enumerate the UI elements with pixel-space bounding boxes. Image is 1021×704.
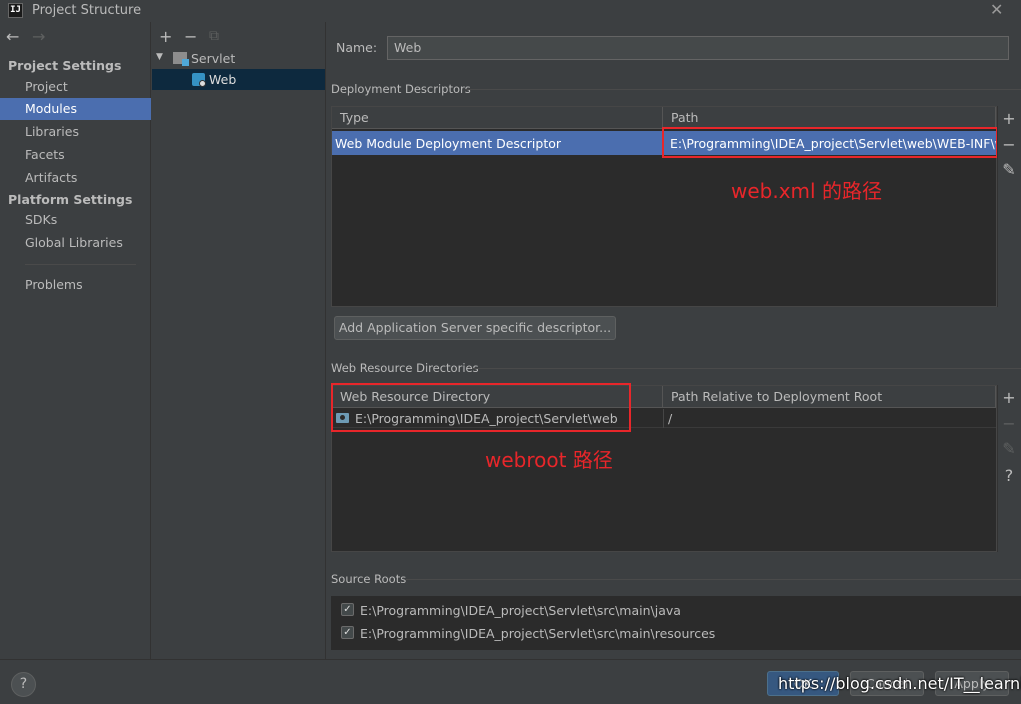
remove-icon[interactable]: − xyxy=(184,27,197,46)
add-server-descriptor-button[interactable]: Add Application Server specific descript… xyxy=(334,316,616,340)
annotation-webroot-path: webroot 路径 xyxy=(485,448,613,472)
window-title: Project Structure xyxy=(32,3,142,18)
platform-settings-header: Platform Settings xyxy=(8,192,133,207)
back-arrow-icon[interactable]: ← xyxy=(6,27,19,46)
remove-descriptor-icon[interactable]: − xyxy=(997,135,1021,154)
relative-path-cell: / xyxy=(668,411,673,426)
column-header-type[interactable]: Type xyxy=(332,107,663,129)
section-divider xyxy=(465,89,1021,90)
nav-divider xyxy=(25,264,136,265)
copy-icon[interactable]: ⧉ xyxy=(209,28,219,44)
add-web-resource-icon[interactable]: + xyxy=(997,388,1021,407)
nav-item-facets[interactable]: Facets xyxy=(0,144,151,166)
edit-descriptor-icon[interactable]: ✎ xyxy=(997,160,1021,179)
annotation-webxml-path: web.xml 的路径 xyxy=(731,179,882,203)
nav-item-sdks[interactable]: SDKs xyxy=(0,209,151,231)
nav-item-project[interactable]: Project xyxy=(0,76,151,98)
name-field[interactable]: Web xyxy=(387,36,1009,60)
module-tree-panel xyxy=(152,22,326,659)
intellij-app-icon: IJ xyxy=(8,3,23,18)
section-divider xyxy=(406,579,1021,580)
module-folder-icon xyxy=(173,52,189,66)
name-label: Name: xyxy=(336,40,378,55)
column-header-relative-path[interactable]: Path Relative to Deployment Root xyxy=(663,386,996,408)
descriptor-type-cell: Web Module Deployment Descriptor xyxy=(335,136,562,151)
forward-arrow-icon[interactable]: → xyxy=(32,27,45,46)
help-button[interactable]: ? xyxy=(11,672,36,697)
edit-web-resource-icon[interactable]: ✎ xyxy=(997,439,1021,458)
source-root-checkbox[interactable]: ✓ xyxy=(341,626,354,639)
web-facet-icon xyxy=(192,73,206,87)
nav-item-artifacts[interactable]: Artifacts xyxy=(0,167,151,189)
nav-item-libraries[interactable]: Libraries xyxy=(0,121,151,143)
tree-item-servlet[interactable]: Servlet xyxy=(191,51,235,66)
highlight-box-descriptor-path xyxy=(662,127,998,158)
expand-arrow-icon[interactable]: ▼ xyxy=(156,52,163,62)
web-resource-directories-title: Web Resource Directories xyxy=(331,361,479,375)
watermark-text: https://blog.csdn.net/IT__learning xyxy=(778,674,1021,693)
help-icon[interactable]: ? xyxy=(997,466,1021,485)
section-divider xyxy=(472,368,1021,369)
title-bar: IJ Project Structure ✕ xyxy=(0,0,1021,22)
tree-row-selected[interactable] xyxy=(152,69,325,90)
close-icon[interactable]: ✕ xyxy=(990,0,1003,19)
cell-divider xyxy=(663,409,664,428)
project-settings-header: Project Settings xyxy=(8,58,122,73)
source-root-resources[interactable]: E:\Programming\IDEA_project\Servlet\src\… xyxy=(360,626,715,641)
nav-item-modules[interactable]: Modules xyxy=(0,98,151,120)
add-descriptor-icon[interactable]: + xyxy=(997,109,1021,128)
name-value: Web xyxy=(394,40,422,55)
remove-web-resource-icon[interactable]: − xyxy=(997,414,1021,433)
source-root-java[interactable]: E:\Programming\IDEA_project\Servlet\src\… xyxy=(360,603,681,618)
deployment-descriptors-title: Deployment Descriptors xyxy=(331,82,471,96)
add-icon[interactable]: + xyxy=(159,27,172,46)
source-roots-title: Source Roots xyxy=(331,572,407,586)
nav-item-global-libraries[interactable]: Global Libraries xyxy=(0,232,151,254)
column-header-path[interactable]: Path xyxy=(663,107,996,129)
source-root-checkbox[interactable]: ✓ xyxy=(341,603,354,616)
tree-item-web[interactable]: Web xyxy=(209,72,236,87)
nav-item-problems[interactable]: Problems xyxy=(0,274,151,296)
highlight-box-webroot xyxy=(331,383,631,432)
